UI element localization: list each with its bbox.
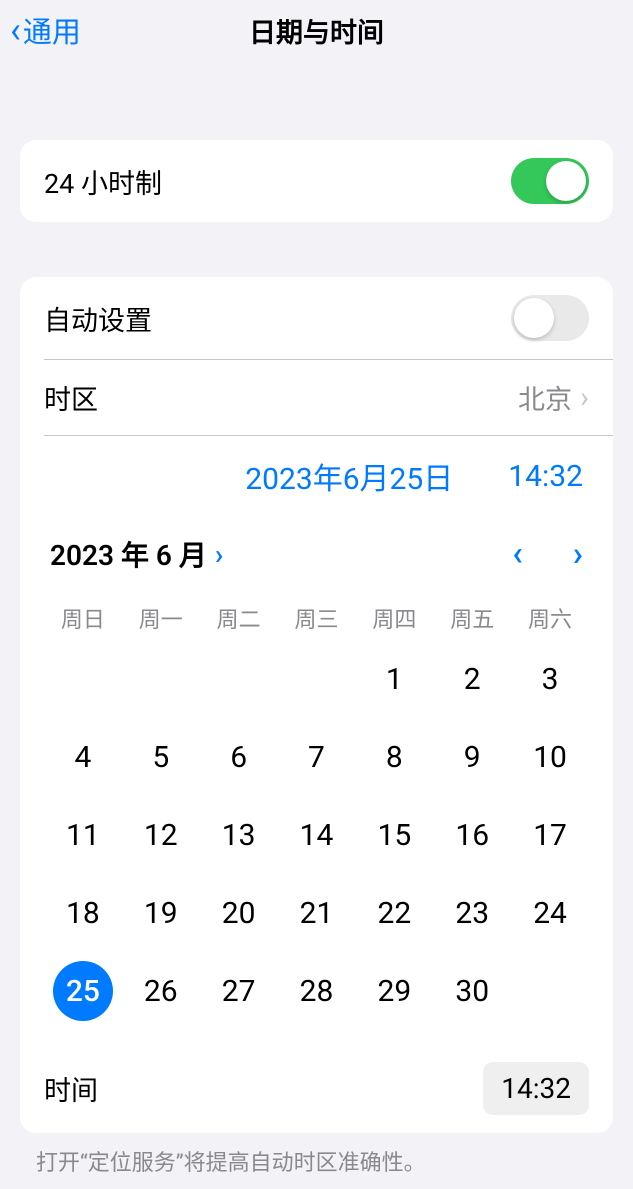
calendar-day[interactable]: 30 <box>433 952 511 1030</box>
calendar-day[interactable]: 27 <box>200 952 278 1030</box>
label-24h: 24 小时制 <box>44 162 162 201</box>
weekday-header: 周二 <box>200 602 278 634</box>
calendar-day[interactable]: 8 <box>355 718 433 796</box>
weekday-header: 周五 <box>433 602 511 634</box>
calendar-empty <box>122 640 200 718</box>
prev-month-button[interactable]: ‹ <box>512 534 523 574</box>
row-timezone[interactable]: 时区 北京 › <box>20 360 613 435</box>
time-picker-button[interactable]: 14:32 <box>483 1062 589 1115</box>
calendar-empty <box>278 640 356 718</box>
calendar-day[interactable]: 3 <box>511 640 589 718</box>
label-time: 时间 <box>44 1069 98 1108</box>
calendar-day[interactable]: 9 <box>433 718 511 796</box>
calendar-day[interactable]: 19 <box>122 874 200 952</box>
calendar-day[interactable]: 20 <box>200 874 278 952</box>
calendar-day[interactable]: 12 <box>122 796 200 874</box>
chevron-right-icon: › <box>215 538 223 571</box>
weekday-header: 周日 <box>44 602 122 634</box>
calendar-day[interactable]: 17 <box>511 796 589 874</box>
month-label: 2023 年 6 月 <box>50 534 207 574</box>
value-timezone: 北京 <box>518 378 572 417</box>
calendar-day[interactable]: 18 <box>44 874 122 952</box>
selected-date[interactable]: 2023年6月25日 <box>245 454 453 498</box>
calendar-day[interactable]: 6 <box>200 718 278 796</box>
page-title: 日期与时间 <box>249 11 384 50</box>
row-auto-set: 自动设置 <box>20 277 613 359</box>
weekday-header: 周三 <box>278 602 356 634</box>
footnote: 打开“定位服务”将提高自动时区准确性。 <box>0 1133 633 1189</box>
calendar-day[interactable]: 13 <box>200 796 278 874</box>
calendar-empty <box>200 640 278 718</box>
back-button[interactable]: ‹ 通用 <box>10 9 81 51</box>
selected-time[interactable]: 14:32 <box>508 459 583 494</box>
label-timezone: 时区 <box>44 378 98 417</box>
calendar-day[interactable]: 4 <box>44 718 122 796</box>
calendar-day[interactable]: 29 <box>355 952 433 1030</box>
row-time: 时间 14:32 <box>20 1048 613 1133</box>
next-month-button[interactable]: › <box>573 534 583 574</box>
label-auto-set: 自动设置 <box>44 299 152 338</box>
month-picker-button[interactable]: 2023 年 6 月 › <box>50 534 223 574</box>
switch-knob <box>546 161 586 201</box>
calendar-day[interactable]: 1 <box>355 640 433 718</box>
switch-24h[interactable] <box>511 158 589 204</box>
back-label: 通用 <box>23 9 81 51</box>
weekday-header: 周一 <box>122 602 200 634</box>
calendar-day[interactable]: 7 <box>278 718 356 796</box>
weekday-header: 周四 <box>355 602 433 634</box>
calendar-day[interactable]: 16 <box>433 796 511 874</box>
calendar-day[interactable]: 21 <box>278 874 356 952</box>
calendar-day[interactable]: 25 <box>44 952 122 1030</box>
calendar-day[interactable]: 14 <box>278 796 356 874</box>
switch-auto-set[interactable] <box>511 295 589 341</box>
chevron-left-icon: ‹ <box>10 9 21 51</box>
calendar-day[interactable]: 2 <box>433 640 511 718</box>
calendar-day[interactable]: 10 <box>511 718 589 796</box>
calendar-day[interactable]: 23 <box>433 874 511 952</box>
row-24h: 24 小时制 <box>20 140 613 222</box>
calendar-empty <box>44 640 122 718</box>
calendar-day[interactable]: 24 <box>511 874 589 952</box>
calendar-day[interactable]: 26 <box>122 952 200 1030</box>
chevron-right-icon: › <box>580 380 589 415</box>
weekday-header: 周六 <box>511 602 589 634</box>
calendar-day[interactable]: 22 <box>355 874 433 952</box>
row-datetime-summary: 2023年6月25日 14:32 <box>20 436 613 516</box>
switch-knob <box>514 298 554 338</box>
calendar-day[interactable]: 11 <box>44 796 122 874</box>
calendar-day[interactable]: 5 <box>122 718 200 796</box>
calendar-day[interactable]: 15 <box>355 796 433 874</box>
calendar-day[interactable]: 28 <box>278 952 356 1030</box>
